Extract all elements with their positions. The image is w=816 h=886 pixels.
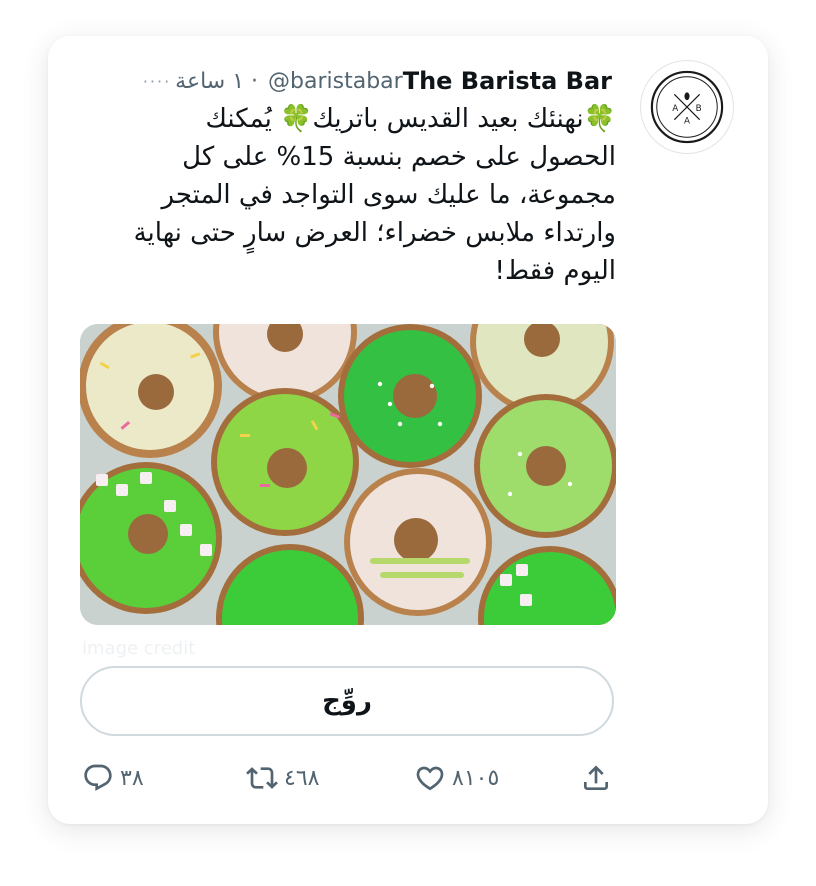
author-handle[interactable]: @baristabar (268, 69, 403, 94)
tweet-time[interactable]: · ١ ساعة (175, 69, 258, 94)
image-credit: image credit (82, 638, 196, 659)
share-icon (584, 765, 608, 790)
tweet-line-1: نهنئك بعيد القديس باتريك (312, 104, 584, 134)
tweet-image[interactable] (80, 324, 616, 625)
tweet-text: 🍀نهنئك بعيد القديس باتريك🍀 يُمكنك الحصول… (82, 100, 616, 290)
retweet-count: ٤٦٨ (284, 765, 320, 791)
author-name[interactable]: The Barista Bar (403, 67, 612, 95)
tweet-header: ···· · ١ ساعة @baristabar The Barista Ba… (82, 64, 612, 98)
like-count: ٨١٠٥ (452, 765, 500, 791)
like-action[interactable]: ٨١٠٥ (414, 762, 499, 794)
heart-icon (416, 766, 444, 791)
retweet-action[interactable]: ٤٦٨ (246, 762, 319, 794)
donut-lime-2 (474, 394, 616, 538)
donut-lime-1 (211, 388, 359, 536)
clover-emoji: 🍀 (583, 104, 616, 134)
logo-letter-right: B (696, 104, 702, 114)
time-separator: · (251, 68, 259, 94)
retweet-icon (246, 767, 278, 789)
logo-letter-bottom: A (684, 117, 690, 127)
donut-green-1 (338, 324, 482, 468)
avatar[interactable]: A B A (640, 60, 734, 154)
clover-emoji: 🍀 (280, 104, 313, 134)
tweet-line-3: مجموعة، ما عليك سوى التواجد في المتجر (161, 180, 616, 210)
reply-icon (84, 764, 112, 791)
donuts-photo (80, 324, 616, 625)
tweet-line-1b: يُمكنك (205, 104, 272, 134)
tweet-actions: ٣٨ ٤٦٨ ٨١٠٥ (48, 762, 768, 802)
share-action[interactable] (580, 762, 612, 794)
donut-white-2 (344, 468, 492, 616)
tweet-line-2: الحصول على خصم بنسبة 15% على كل (182, 142, 616, 172)
tweet-card: A B A ···· · ١ ساعة @baristabar The Bari… (48, 36, 768, 824)
logo-letter-left: A (672, 104, 678, 114)
more-options-icon[interactable]: ···· (143, 72, 171, 91)
promote-button[interactable]: روِّج (80, 666, 614, 736)
reply-count: ٣٨ (120, 765, 144, 791)
tweet-line-4: وارتداء ملابس خضراء؛ العرض سارٍ حتى نهاي… (133, 218, 616, 248)
time-label: ١ ساعة (175, 68, 245, 94)
barista-logo-icon: A B A (650, 70, 724, 144)
tweet-line-5: اليوم فقط! (494, 256, 616, 286)
reply-action[interactable]: ٣٨ (82, 762, 144, 794)
